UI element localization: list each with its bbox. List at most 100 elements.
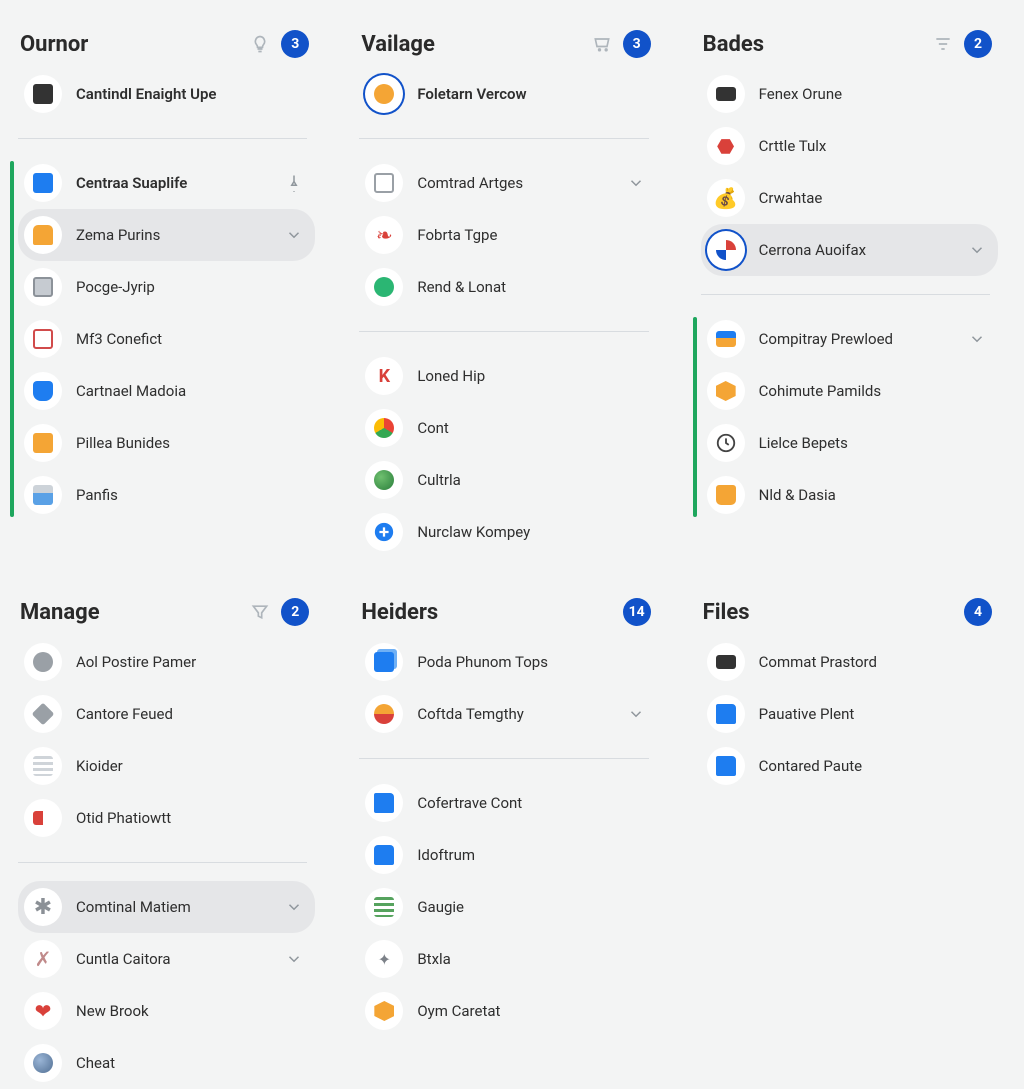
chevron-down-icon[interactable] [625, 705, 647, 723]
earth-icon [365, 461, 403, 499]
list-item[interactable]: Cont [359, 402, 656, 454]
item-label: Cofertrave Cont [417, 794, 646, 812]
chevron-down-icon[interactable] [966, 241, 988, 259]
panel-title: Ournor [20, 32, 88, 57]
list-item[interactable]: Pocge-Jyrip [18, 261, 315, 313]
panel-header-actions: 4 [964, 598, 992, 626]
divider [18, 862, 307, 863]
item-label: Poda Phunom Tops [417, 653, 646, 671]
folder-icon [365, 784, 403, 822]
list-item[interactable]: ❤ New Brook [18, 985, 315, 1037]
item-label: Kioider [76, 757, 305, 775]
panel-header: Ournor 3 [10, 30, 315, 68]
panel-bades: Bades 2 Fenex Orune ⬣ Crttle Tulx 💰 Crwa… [693, 30, 998, 558]
item-label: Cont [417, 419, 646, 437]
list-item[interactable]: Centraa Suaplife [18, 157, 315, 209]
list-item[interactable]: ✦ Btxla [359, 933, 656, 985]
chevron-down-icon[interactable] [283, 226, 305, 244]
list-item[interactable]: Cultrla [359, 454, 656, 506]
panel-groups: Aol Postire Pamer Cantore Feued Kioider … [10, 636, 315, 1089]
list-item[interactable]: ⬣ Crttle Tulx [701, 120, 998, 172]
list-item[interactable]: Poda Phunom Tops [359, 636, 656, 688]
item-label: Idoftrum [417, 846, 646, 864]
list-item[interactable]: Nld & Dasia [701, 469, 998, 521]
bulb-icon[interactable] [249, 33, 271, 55]
list-item[interactable]: Contared Paute [701, 740, 998, 792]
list-item[interactable]: Cofertrave Cont [359, 777, 656, 829]
list-item[interactable]: 💰 Crwahtae [701, 172, 998, 224]
list-item[interactable]: Fenex Orune [701, 68, 998, 120]
list-item[interactable]: Nurclaw Kompey [359, 506, 656, 558]
list-item[interactable]: Pillea Bunides [18, 417, 315, 469]
list-item[interactable]: Lielce Bepets [701, 417, 998, 469]
folder-icon [707, 747, 745, 785]
divider [359, 138, 648, 139]
list-item[interactable]: Compitray Prewloed [701, 313, 998, 365]
panel-vailage: Vailage 3 Foletarn Vercow Comtrad Artges… [351, 30, 656, 558]
count-badge: 14 [623, 598, 651, 626]
panel-title: Files [703, 600, 750, 625]
list-item[interactable]: Foletarn Vercow [359, 68, 656, 120]
list-item[interactable]: Cartnael Madoia [18, 365, 315, 417]
chevron-down-icon[interactable] [966, 330, 988, 348]
list-item[interactable]: Commat Prastord [701, 636, 998, 688]
filter-icon[interactable] [932, 33, 954, 55]
list-item[interactable]: Cerrona Auoifax [701, 224, 998, 276]
chevron-down-icon[interactable] [283, 898, 305, 916]
panel-title: Heiders [361, 600, 438, 625]
list-item[interactable]: Otid Phatiowtt [18, 792, 315, 844]
group: Compitray Prewloed Cohimute Pamilds Liel… [693, 313, 998, 521]
k-icon: K [365, 357, 403, 395]
document-icon [365, 164, 403, 202]
item-label: Nld & Dasia [759, 486, 988, 504]
item-label: Pillea Bunides [76, 434, 305, 452]
list-item[interactable]: Comtrad Artges [359, 157, 656, 209]
list-item[interactable]: Cantore Feued [18, 688, 315, 740]
panel-groups: Fenex Orune ⬣ Crttle Tulx 💰 Crwahtae Cer… [693, 68, 998, 521]
panel-header: Files 4 [693, 598, 998, 636]
list-item[interactable]: ✱ Comtinal Matiem [18, 881, 315, 933]
list-item[interactable]: Kioider [18, 740, 315, 792]
jar-icon [24, 476, 62, 514]
globe-icon [365, 268, 403, 306]
list-item[interactable]: Panfis [18, 469, 315, 521]
person-icon: ✗ [24, 940, 62, 978]
cart-icon[interactable] [591, 33, 613, 55]
item-label: Compitray Prewloed [759, 330, 952, 348]
box-icon [365, 992, 403, 1030]
list-item[interactable]: Coftda Temgthy [359, 688, 656, 740]
chevron-down-icon[interactable] [625, 174, 647, 192]
item-label: Panfis [76, 486, 305, 504]
list-item[interactable]: Aol Postire Pamer [18, 636, 315, 688]
list-item[interactable]: Cantindl Enaight Upe [18, 68, 315, 120]
list-item[interactable]: Gaugie [359, 881, 656, 933]
item-label: Fobrta Tgpe [417, 226, 646, 244]
list-item[interactable]: Pauative Plent [701, 688, 998, 740]
item-label: Zema Purins [76, 226, 269, 244]
list-item[interactable]: Cheat [18, 1037, 315, 1089]
list-item[interactable]: Zema Purins [18, 209, 315, 261]
item-label: Aol Postire Pamer [76, 653, 305, 671]
list-item[interactable]: ✗ Cuntla Caitora [18, 933, 315, 985]
leaf-icon: ❧ [365, 216, 403, 254]
count-badge: 2 [964, 30, 992, 58]
list-item[interactable]: ❧ Fobrta Tgpe [359, 209, 656, 261]
list-item[interactable]: Oym Caretat [359, 985, 656, 1037]
list-item[interactable]: Idoftrum [359, 829, 656, 881]
list-item[interactable]: Cohimute Pamilds [701, 365, 998, 417]
group: K Loned Hip Cont Cultrla Nurclaw Kompey [351, 350, 656, 558]
card-icon [707, 320, 745, 358]
pin-icon[interactable] [283, 174, 305, 192]
briefcase-icon [707, 476, 745, 514]
list-item[interactable]: K Loned Hip [359, 350, 656, 402]
bottle-icon [24, 372, 62, 410]
list-item[interactable]: Mf3 Conefict [18, 313, 315, 365]
filter-icon[interactable] [249, 601, 271, 623]
money-icon: 💰 [707, 179, 745, 217]
group: Foletarn Vercow [351, 68, 656, 120]
sphere-icon [24, 1044, 62, 1082]
chevron-down-icon[interactable] [283, 950, 305, 968]
item-label: Otid Phatiowtt [76, 809, 305, 827]
clock-icon [707, 424, 745, 462]
list-item[interactable]: Rend & Lonat [359, 261, 656, 313]
